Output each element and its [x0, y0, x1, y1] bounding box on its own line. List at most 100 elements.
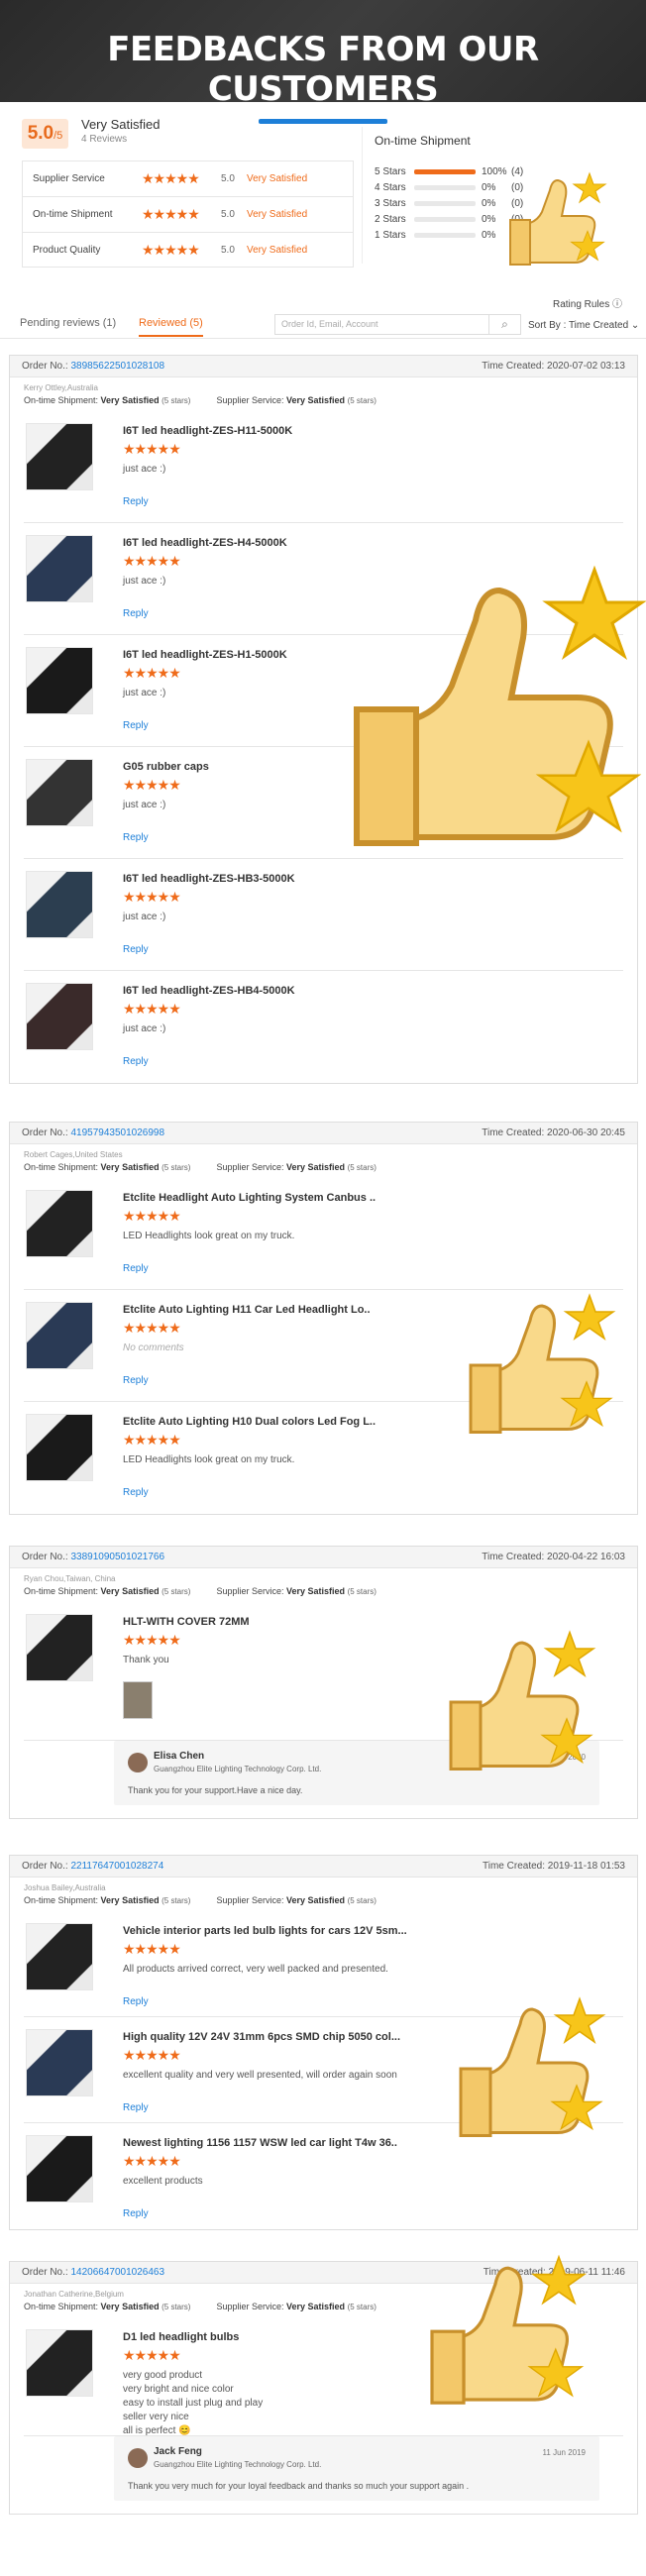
supplier-stars: (5 stars)	[347, 1163, 377, 1172]
product-thumbnail[interactable]	[26, 1190, 93, 1257]
supplier-label: Supplier Service:	[216, 2302, 284, 2311]
search-input[interactable]: Order Id, Email, Account	[274, 314, 489, 335]
order-header: Order No.: 33891090501021766 Time Created…	[10, 1547, 637, 1568]
product-title[interactable]: High quality 12V 24V 31mm 6pcs SMD chip …	[123, 2031, 400, 2043]
order-number: Order No.: 41957943501026998	[22, 1127, 164, 1138]
product-title[interactable]: Etclite Headlight Auto Lighting System C…	[123, 1192, 376, 1204]
review-item: I6T led headlight-ZES-HB3-5000K ★★★★★ just…	[24, 859, 623, 971]
product-title[interactable]: Vehicle interior parts led bulb lights f…	[123, 1925, 407, 1937]
metric-score: 5.0	[221, 209, 235, 220]
product-title[interactable]: G05 rubber caps	[123, 761, 209, 773]
order-id-link[interactable]: 22117647001028274	[70, 1861, 163, 1872]
avatar	[128, 1753, 148, 1772]
product-thumbnail[interactable]	[26, 983, 93, 1050]
supplier-rating: Very Satisfied	[286, 1162, 346, 1172]
metric-row: Supplier Service ★★★★★ 5.0 Very Satisfie…	[22, 161, 354, 196]
tab-pending-reviews[interactable]: Pending reviews (1)	[20, 317, 116, 329]
order-id-link[interactable]: 41957943501026998	[70, 1127, 164, 1138]
metric-name: On-time Shipment	[33, 209, 113, 220]
order-card: Order No.: 22117647001028274 Time Created…	[9, 1855, 638, 2230]
product-title[interactable]: I6T led headlight-ZES-HB3-5000K	[123, 873, 295, 885]
product-thumbnail[interactable]	[26, 423, 93, 490]
review-comment: All products arrived correct, very well …	[123, 1964, 388, 1975]
ontime-rating: Very Satisfied	[100, 395, 160, 405]
sort-dropdown[interactable]: Sort By : Time Created ⌄	[528, 320, 639, 331]
review-item: Etclite Auto Lighting H10 Dual colors Le…	[24, 1402, 623, 1514]
reply-button[interactable]: Reply	[123, 1375, 149, 1386]
product-title[interactable]: D1 led headlight bulbs	[123, 2331, 239, 2343]
reply-date: 11 Jun 2019	[542, 2448, 586, 2457]
product-title[interactable]: I6T led headlight-ZES-HB4-5000K	[123, 985, 295, 997]
product-title[interactable]: HLT-WITH COVER 72MM	[123, 1616, 250, 1628]
product-title[interactable]: I6T led headlight-ZES-H1-5000K	[123, 649, 287, 661]
order-ratings: On-time Shipment: Very Satisfied (5 star…	[10, 1159, 637, 1178]
order-id-link[interactable]: 14206647001026463	[70, 2267, 164, 2278]
reply-button[interactable]: Reply	[123, 1263, 149, 1274]
reply-button[interactable]: Reply	[123, 608, 149, 619]
order-no-label: Order No.:	[22, 1861, 68, 1872]
metric-stars: ★★★★★	[142, 170, 200, 186]
review-stars: ★★★★★	[123, 1632, 181, 1648]
product-title[interactable]: Newest lighting 1156 1157 WSW led car li…	[123, 2137, 397, 2149]
product-thumbnail[interactable]	[26, 2135, 93, 2202]
review-item: I6T led headlight-ZES-HB4-5000K ★★★★★ just…	[24, 971, 623, 1083]
order-time: Time Created: 2019-11-18 01:53	[483, 1861, 625, 1872]
product-title[interactable]: I6T led headlight-ZES-H11-5000K	[123, 425, 292, 437]
product-thumbnail[interactable]	[26, 1414, 93, 1481]
product-thumbnail[interactable]	[26, 1614, 93, 1681]
metric-row: Product Quality ★★★★★ 5.0 Very Satisfied	[22, 232, 354, 268]
order-header: Order No.: 14206647001026463 Time Created…	[10, 2262, 637, 2284]
time-label: Time Created:	[482, 361, 545, 372]
product-title[interactable]: Etclite Auto Lighting H10 Dual colors Le…	[123, 1416, 376, 1428]
rating-rules-link[interactable]: Rating Rules ⓘ	[553, 295, 622, 310]
order-id-link[interactable]: 38985622501028108	[70, 361, 164, 372]
reply-button[interactable]: Reply	[123, 720, 149, 731]
product-thumbnail[interactable]	[26, 2329, 93, 2397]
buyer-info: Jonathan Catherine,Belgium	[24, 2290, 124, 2299]
shipment-title: On-time Shipment	[375, 134, 471, 148]
product-thumbnail[interactable]	[26, 647, 93, 714]
reply-button[interactable]: Reply	[123, 1487, 149, 1498]
order-no-label: Order No.:	[22, 361, 68, 372]
rating-metrics: Supplier Service ★★★★★ 5.0 Very Satisfie…	[22, 161, 354, 268]
product-title[interactable]: I6T led headlight-ZES-H4-5000K	[123, 537, 287, 549]
order-ratings: On-time Shipment: Very Satisfied (5 star…	[10, 1892, 637, 1911]
metric-score: 5.0	[221, 244, 235, 256]
reply-button[interactable]: Reply	[123, 2102, 149, 2113]
ontime-label: On-time Shipment:	[24, 1586, 99, 1596]
reply-button[interactable]: Reply	[123, 2208, 149, 2219]
seller-reply-wrap: Elisa Chen Guangzhou Elite Lighting Techn…	[10, 1741, 637, 1818]
product-thumbnail[interactable]	[26, 1923, 93, 1990]
product-thumbnail[interactable]	[26, 535, 93, 602]
metric-score: 5.0	[221, 173, 235, 184]
product-title[interactable]: Etclite Auto Lighting H11 Car Led Headli…	[123, 1304, 371, 1316]
tab-reviewed[interactable]: Reviewed (5)	[139, 317, 203, 337]
ontime-stars: (5 stars)	[162, 1896, 191, 1905]
reply-button[interactable]: Reply	[123, 496, 149, 507]
order-id-link[interactable]: 33891090501021766	[70, 1552, 164, 1562]
time-label: Time Created:	[483, 2267, 546, 2278]
product-thumbnail[interactable]	[26, 759, 93, 826]
dist-percent: 0%	[482, 213, 496, 225]
reply-date: 22 Apr 2020	[542, 1753, 586, 1762]
review-photo[interactable]	[123, 1681, 153, 1719]
ontime-rating: Very Satisfied	[100, 1586, 160, 1596]
reply-button[interactable]: Reply	[123, 944, 149, 955]
product-thumbnail[interactable]	[26, 1302, 93, 1369]
supplier-rating: Very Satisfied	[286, 395, 346, 405]
metric-name: Supplier Service	[33, 173, 105, 184]
product-thumbnail[interactable]	[26, 871, 93, 938]
reply-button[interactable]: Reply	[123, 1056, 149, 1067]
review-stars: ★★★★★	[123, 2047, 181, 2063]
review-stars: ★★★★★	[123, 1941, 181, 1957]
review-item: HLT-WITH COVER 72MM ★★★★★ Thank you	[24, 1602, 623, 1741]
order-time: Time Created: 2019-06-11 11:46	[484, 2267, 625, 2278]
search-icon: ⌕	[501, 317, 508, 331]
reply-button[interactable]: Reply	[123, 832, 149, 843]
product-thumbnail[interactable]	[26, 2029, 93, 2096]
ontime-label: On-time Shipment:	[24, 395, 99, 405]
comment-line: easy to install just plug and play	[123, 2398, 264, 2409]
search-button[interactable]: ⌕	[489, 314, 521, 335]
review-item: I6T led headlight-ZES-H11-5000K ★★★★★ just…	[24, 411, 623, 523]
reply-button[interactable]: Reply	[123, 1996, 149, 2007]
